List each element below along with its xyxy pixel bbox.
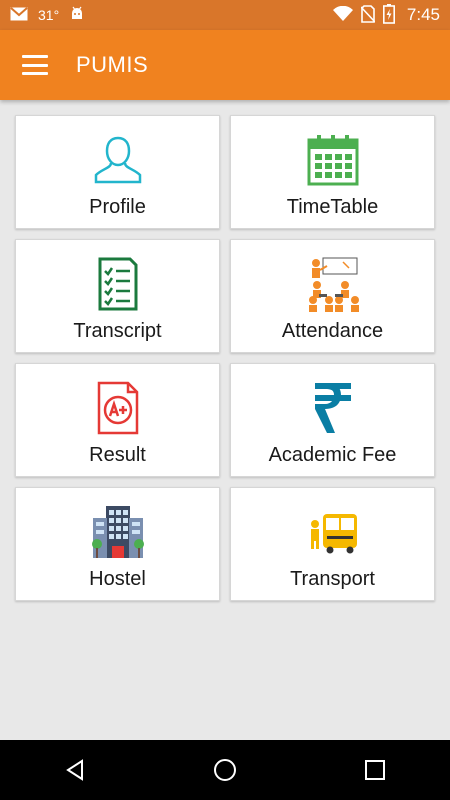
transport-tile[interactable]: Transport (230, 487, 435, 601)
grade-a-plus-icon (88, 378, 148, 438)
dashboard-grid: Profile TimeTable Transcript Attendance … (15, 115, 435, 601)
profile-tile[interactable]: Profile (15, 115, 220, 229)
transcript-label: Transcript (73, 320, 162, 342)
result-label: Result (89, 444, 146, 466)
academic-fee-tile[interactable]: Academic Fee (230, 363, 435, 477)
navigation-bar (0, 740, 450, 800)
checklist-icon (88, 254, 148, 314)
profile-label: Profile (89, 196, 146, 218)
gmail-icon (10, 6, 28, 24)
timetable-label: TimeTable (286, 196, 379, 218)
timetable-tile[interactable]: TimeTable (230, 115, 435, 229)
classroom-icon (303, 254, 363, 314)
wifi-icon (332, 5, 353, 25)
bus-icon (303, 502, 363, 562)
hostel-label: Hostel (89, 568, 146, 590)
calendar-icon (303, 130, 363, 190)
building-icon (88, 502, 148, 562)
rupee-icon (303, 378, 363, 438)
transport-label: Transport (290, 568, 375, 590)
app-title: PUMIS (76, 52, 149, 77)
clock-text: 7:45 (406, 5, 440, 24)
status-bar: 31° 7:45 (0, 0, 450, 30)
transcript-tile[interactable]: Transcript (15, 239, 220, 353)
temperature-text: 31° (38, 7, 60, 23)
attendance-tile[interactable]: Attendance (230, 239, 435, 353)
android-icon (69, 6, 85, 25)
attendance-label: Attendance (281, 320, 384, 342)
recents-icon[interactable] (355, 750, 395, 790)
back-icon[interactable] (55, 750, 95, 790)
hostel-tile[interactable]: Hostel (15, 487, 220, 601)
result-tile[interactable]: Result (15, 363, 220, 477)
no-sim-icon (360, 4, 376, 26)
hamburger-menu-icon[interactable] (22, 55, 48, 75)
home-icon[interactable] (205, 750, 245, 790)
app-bar: PUMIS (0, 30, 450, 100)
academic-fee-label: Academic Fee (268, 444, 397, 466)
profile-icon (88, 130, 148, 190)
battery-icon (382, 3, 395, 27)
